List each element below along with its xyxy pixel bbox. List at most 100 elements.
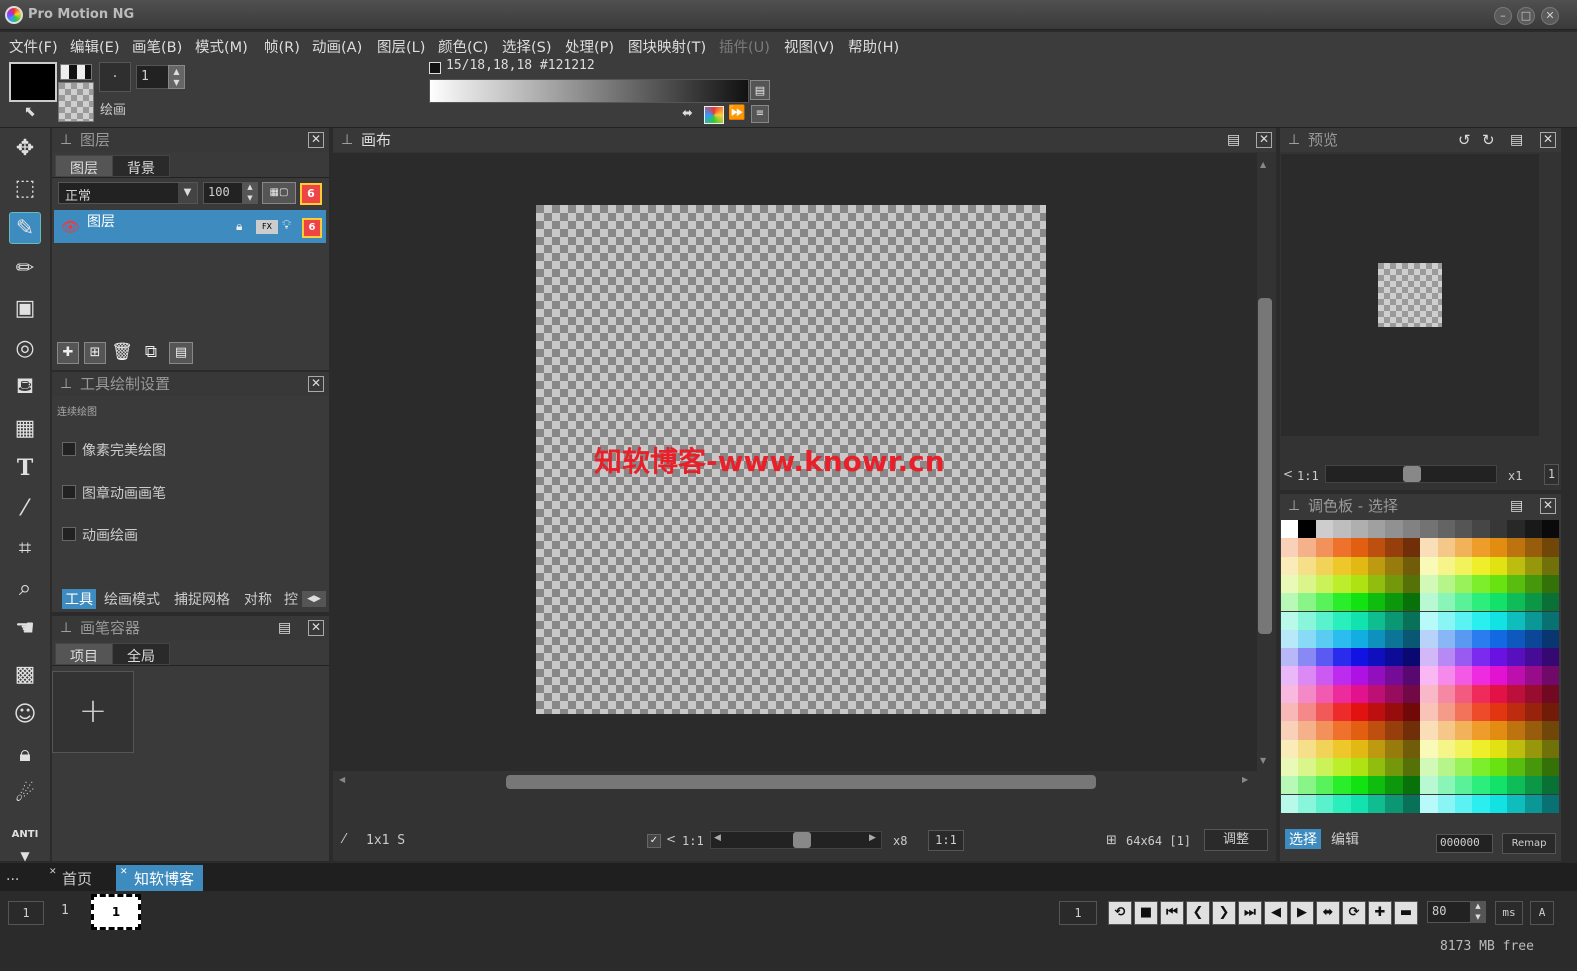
- palette-swatch[interactable]: [1368, 684, 1386, 703]
- palette-swatch[interactable]: [1472, 574, 1490, 594]
- palette-swatch[interactable]: [1298, 648, 1316, 667]
- panel-close-icon[interactable]: ✕: [308, 132, 324, 148]
- brush-size-box[interactable]: ·: [99, 62, 131, 92]
- palette-swatch[interactable]: [1420, 574, 1438, 594]
- trash-icon[interactable]: 🗑︎: [111, 342, 133, 364]
- palette-swatch[interactable]: [1281, 556, 1299, 575]
- palette-swatch[interactable]: [1315, 629, 1334, 649]
- palette-swatch[interactable]: [1350, 757, 1368, 777]
- layer-palette-icon[interactable]: 6: [302, 218, 322, 238]
- palette-swatch[interactable]: [1298, 611, 1316, 630]
- palette-swatch[interactable]: [1385, 684, 1403, 703]
- palette-swatch[interactable]: [1315, 739, 1334, 758]
- palette-swatch[interactable]: [1281, 648, 1299, 667]
- palette-swatch[interactable]: [1507, 593, 1525, 612]
- more-tabs-button[interactable]: ...: [6, 868, 19, 884]
- adjust-button[interactable]: 调整: [1204, 829, 1268, 851]
- palette-swatch[interactable]: [1402, 739, 1421, 758]
- tabs-scroll-icon[interactable]: ◀▶: [302, 591, 326, 607]
- gradient-fill-tool-icon[interactable]: ▦: [9, 412, 41, 444]
- palette-swatch[interactable]: [1542, 593, 1560, 612]
- palette-swatch[interactable]: [1315, 556, 1334, 575]
- layer-mask-icon[interactable]: ▦▢: [262, 182, 296, 204]
- menu-select[interactable]: 选择(S): [502, 36, 552, 57]
- palette-swatch[interactable]: [1368, 648, 1386, 667]
- palette-swatch[interactable]: [1315, 666, 1334, 685]
- palette-swatch[interactable]: [1472, 757, 1490, 777]
- palette-swatch[interactable]: [1472, 666, 1490, 685]
- palette-swatch[interactable]: [1281, 574, 1299, 594]
- panel-menu-icon[interactable]: ▤: [278, 616, 291, 640]
- palette-swatch[interactable]: [1489, 794, 1508, 813]
- palette-swatch[interactable]: [1385, 611, 1403, 630]
- palette-swatch[interactable]: [1420, 666, 1438, 685]
- palette-swatch[interactable]: [1368, 556, 1386, 575]
- palette-swatch[interactable]: [1402, 684, 1421, 703]
- layer-lock-icon[interactable]: 🔒︎: [236, 219, 242, 234]
- pin-icon[interactable]: ⊥: [1288, 128, 1300, 152]
- palette-swatch[interactable]: [1542, 776, 1560, 795]
- palette-swatch[interactable]: [1350, 593, 1368, 612]
- palette-swatch[interactable]: [1368, 776, 1386, 795]
- palette-swatch[interactable]: [1385, 666, 1403, 685]
- palette-swatch[interactable]: [1281, 721, 1299, 740]
- panel-menu-icon[interactable]: ▤: [1510, 494, 1523, 518]
- last-frame-icon[interactable]: ⏭: [1238, 901, 1262, 925]
- palette-swatch[interactable]: [1281, 666, 1299, 685]
- palette-swatch[interactable]: [1437, 538, 1455, 557]
- magic-tool-icon[interactable]: ☄: [9, 778, 41, 810]
- next-frame-icon[interactable]: ❯: [1212, 901, 1236, 925]
- palette-swatch[interactable]: [1437, 794, 1455, 813]
- palette-swatch[interactable]: [1420, 776, 1438, 795]
- palette-swatch[interactable]: [1455, 684, 1473, 703]
- ramp-swap-icon[interactable]: ⬌: [682, 106, 693, 121]
- palette-swatch[interactable]: [1368, 666, 1386, 685]
- pingpong-icon[interactable]: ⬌: [1316, 901, 1340, 925]
- zoom-slider-left-icon[interactable]: ◀: [714, 833, 721, 843]
- palette-swatch[interactable]: [1385, 629, 1403, 649]
- palette-swatch[interactable]: [1402, 629, 1421, 649]
- palette-swatch[interactable]: [1489, 739, 1508, 758]
- palette-swatch[interactable]: [1489, 611, 1508, 630]
- panel-close-icon[interactable]: ✕: [308, 376, 324, 392]
- preview-zoom-thumb[interactable]: [1403, 466, 1421, 482]
- palette-swatch[interactable]: [1489, 520, 1508, 539]
- pin-icon[interactable]: ⊥: [1288, 494, 1300, 518]
- palette-swatch[interactable]: [1524, 794, 1542, 813]
- palette-swatch[interactable]: [1489, 721, 1508, 740]
- ellipse-tool-icon[interactable]: ◎: [9, 332, 41, 364]
- palette-swatch[interactable]: [1281, 520, 1299, 539]
- palette-swatch[interactable]: [1298, 629, 1316, 649]
- palette-swatch[interactable]: [1385, 794, 1403, 813]
- palette-swatch[interactable]: [1315, 593, 1334, 612]
- move-tool-icon[interactable]: ✥: [9, 132, 41, 164]
- palette-swatch[interactable]: [1524, 703, 1542, 722]
- palette-swatch[interactable]: [1420, 556, 1438, 575]
- remove-frame-icon[interactable]: ▬: [1394, 901, 1418, 925]
- spin-arrows-icon[interactable]: ▲ ▼: [168, 65, 185, 89]
- chevron-down-icon[interactable]: ▼: [178, 183, 197, 203]
- repeat-icon[interactable]: ⟳: [1342, 901, 1366, 925]
- palette-swatch[interactable]: [1368, 593, 1386, 612]
- menu-frame[interactable]: 帧(R): [264, 36, 300, 57]
- text-tool-icon[interactable]: T: [9, 452, 41, 484]
- palette-swatch[interactable]: [1350, 520, 1368, 539]
- palette-swatch[interactable]: [1420, 721, 1438, 740]
- palette-swatch[interactable]: [1368, 611, 1386, 630]
- palette-swatch[interactable]: [1350, 721, 1368, 740]
- layer-color-icon[interactable]: 6: [300, 183, 322, 205]
- rect-select-tool-icon[interactable]: ⬚: [9, 172, 41, 204]
- palette-swatch[interactable]: [1420, 703, 1438, 722]
- anim-paint-checkbox[interactable]: [62, 527, 76, 541]
- brush-spin-input[interactable]: 1: [136, 65, 170, 89]
- palette-swatch[interactable]: [1472, 794, 1490, 813]
- palette-swatch[interactable]: [1489, 703, 1508, 722]
- zoom-slider-thumb[interactable]: [793, 832, 811, 848]
- palette-swatch[interactable]: [1472, 611, 1490, 630]
- palette-swatch[interactable]: [1281, 684, 1299, 703]
- menu-mode[interactable]: 模式(M): [195, 36, 248, 57]
- tab-palette-select[interactable]: 选择: [1285, 829, 1321, 849]
- palette-swatch[interactable]: [1402, 648, 1421, 667]
- palette-swatch[interactable]: [1455, 593, 1473, 612]
- rotate-right-icon[interactable]: ↻: [1482, 128, 1495, 152]
